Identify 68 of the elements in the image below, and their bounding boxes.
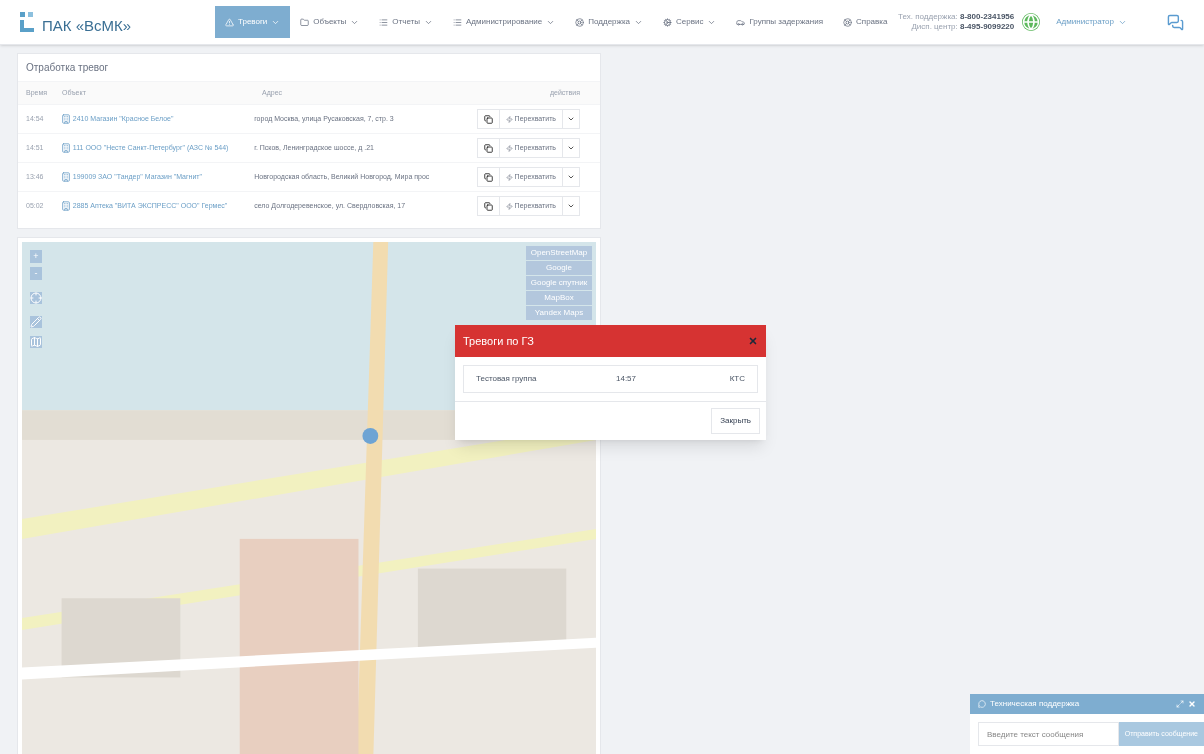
user-menu[interactable]: Администратор [1056, 16, 1127, 28]
caret-icon [567, 202, 575, 210]
dropdown-button[interactable] [562, 108, 580, 130]
close-icon [748, 336, 758, 346]
dropdown-button[interactable] [562, 137, 580, 159]
car-icon [736, 17, 746, 27]
building-icon [60, 201, 71, 211]
layers-button[interactable] [30, 336, 42, 348]
map-layer-button[interactable]: Yandex Maps [526, 306, 592, 320]
gear-icon [663, 17, 673, 27]
bolt-icon [505, 202, 513, 210]
chat-icon[interactable] [1167, 13, 1184, 31]
list-icon [453, 17, 462, 27]
copy-button[interactable] [476, 195, 500, 217]
contact-phone: Дисп. центр: 8-495-9099220 [911, 22, 1015, 32]
bolt-icon [505, 144, 513, 152]
copy-button[interactable] [476, 108, 500, 130]
folder-icon [300, 17, 310, 27]
map-layer-button[interactable]: OpenStreetMap [526, 246, 592, 260]
copy-icon [483, 143, 493, 153]
caret-icon [567, 115, 575, 123]
close-modal-button[interactable]: Закрыть [711, 408, 760, 434]
map-layer-button[interactable]: Google [526, 261, 592, 275]
building-icon [60, 114, 71, 124]
bolt-icon [505, 115, 513, 123]
map-layer-button[interactable]: MapBox [526, 291, 592, 305]
caret-icon [567, 173, 575, 181]
nav-menu-item[interactable]: Поддержка [565, 6, 654, 38]
list-icon [379, 17, 389, 27]
zoom-out-button[interactable]: - [30, 267, 42, 280]
close-icon[interactable] [1188, 700, 1196, 708]
building-icon [60, 143, 71, 153]
copy-icon [483, 172, 493, 182]
nav-menu-item[interactable]: Администрирование [443, 6, 566, 38]
zoom-in-button[interactable]: + [30, 250, 42, 263]
message-input[interactable]: Введите текст сообщения [978, 722, 1119, 746]
expand-icon[interactable] [1176, 700, 1184, 708]
lifebuoy-icon [575, 17, 585, 27]
bolt-icon [505, 173, 513, 181]
brand-name[interactable]: ПАК «ВсМК» [42, 14, 132, 38]
caret-icon [567, 144, 575, 152]
warning-icon [225, 17, 234, 27]
alarm-time: 14:57 [616, 373, 637, 385]
nav-menu-item[interactable]: Справка [833, 6, 898, 38]
nav-menu-item[interactable]: Отчеты [369, 6, 443, 38]
locate-button[interactable] [30, 292, 42, 304]
copy-icon [483, 114, 493, 124]
dropdown-button[interactable] [562, 195, 580, 217]
alarm-type: КТС [729, 373, 745, 385]
nav-menu-item[interactable]: Группы задержания [726, 6, 834, 38]
building-icon [60, 172, 71, 182]
nav-menu-item[interactable]: Тревоги [215, 6, 291, 38]
copy-button[interactable] [476, 137, 500, 159]
dropdown-button[interactable] [562, 166, 580, 188]
modal-title: Тревоги по ГЗ [463, 333, 534, 349]
nav-menu-item[interactable]: Объекты [290, 6, 370, 38]
globe-icon [1022, 13, 1041, 31]
chat-bubble-icon [978, 700, 986, 708]
draw-button[interactable] [30, 316, 42, 328]
nav-menu-item[interactable]: Сервис [653, 6, 727, 38]
lifebuoy-icon [843, 17, 853, 27]
chat-title: Техническая поддержка [990, 698, 1080, 710]
close-button[interactable] [748, 336, 758, 346]
contact-phone: Тех. поддержка: 8-800-2341956 [898, 12, 1015, 22]
group-name: Тестовая группа [476, 373, 538, 385]
copy-icon [483, 201, 493, 211]
map-layer-button[interactable]: Google спутник [526, 276, 592, 290]
copy-button[interactable] [476, 166, 500, 188]
